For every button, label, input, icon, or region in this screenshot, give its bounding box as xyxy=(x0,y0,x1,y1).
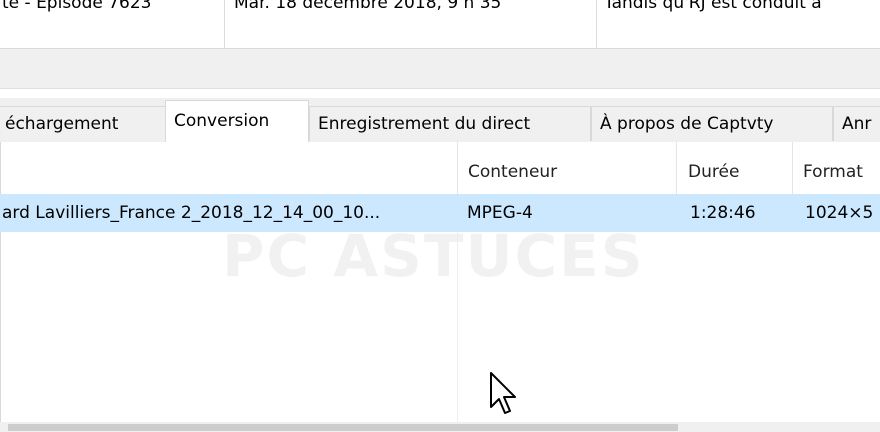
row-container-cell: MPEG-4 xyxy=(467,203,533,223)
tab-conversion[interactable]: Conversion xyxy=(165,100,309,142)
row-format-cell: 1024×5 xyxy=(805,203,874,223)
column-divider[interactable] xyxy=(457,142,458,200)
tab-a-propos[interactable]: À propos de Captvty xyxy=(591,106,833,141)
column-header-container[interactable]: Conteneur xyxy=(468,142,557,194)
episode-row[interactable]: te - Episode 7623 Mar. 18 décembre 2018,… xyxy=(0,0,880,18)
tab-bar: échargement Conversion Enregistrement du… xyxy=(0,98,880,143)
tab-more[interactable]: Anr xyxy=(833,106,880,141)
column-divider xyxy=(596,0,597,48)
splitter-line xyxy=(0,88,880,89)
episode-row[interactable]: · - · · · - - - - - · · · · · · · · · · … xyxy=(0,25,880,38)
episode-date-cell: Mar. 18 décembre 2018, 9 h 35 xyxy=(234,0,502,13)
episode-list: te - Episode 7623 Mar. 18 décembre 2018,… xyxy=(0,0,880,48)
tab-telechargement[interactable]: échargement xyxy=(0,106,166,141)
mouse-cursor-icon xyxy=(490,372,516,414)
row-name-cell: ard Lavilliers_France 2_2018_12_14_00_10… xyxy=(2,203,381,223)
episode-desc-cell: · · · · · · · · · · · · · xyxy=(604,25,880,38)
column-divider[interactable] xyxy=(792,142,793,200)
episode-date-cell: · · · · · · · · · · · · · · · · · · · · … xyxy=(234,25,586,38)
episode-row-clipped: · - · · · - - - - - · · · · · · · · · · … xyxy=(0,25,880,48)
column-header-format[interactable]: Format xyxy=(803,142,863,194)
tab-enregistrement-direct[interactable]: Enregistrement du direct xyxy=(309,106,591,141)
episode-title-cell: · - · · · - - - - - · · xyxy=(2,25,224,38)
scrollbar-thumb[interactable] xyxy=(8,424,678,431)
grid-line xyxy=(457,232,458,422)
column-divider xyxy=(224,0,225,48)
column-divider[interactable] xyxy=(676,142,677,200)
watermark: PC ASTUCES xyxy=(222,222,645,290)
column-header-duration[interactable]: Durée xyxy=(688,142,739,194)
episode-title-cell: te - Episode 7623 xyxy=(2,0,152,13)
splitter-panel[interactable] xyxy=(0,48,880,89)
row-duration-cell: 1:28:46 xyxy=(690,203,756,223)
episode-desc-cell: Tandis qu'RJ est conduit a xyxy=(604,0,822,13)
